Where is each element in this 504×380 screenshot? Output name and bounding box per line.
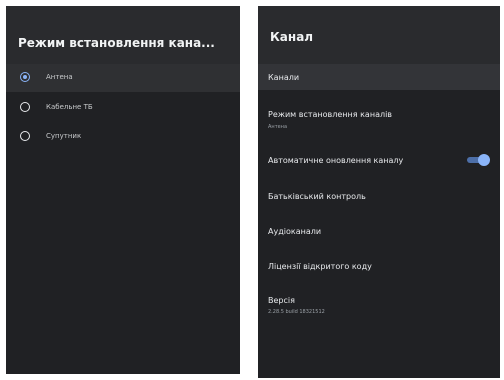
menu-item-label: Ліцензії відкритого коду: [268, 262, 372, 271]
version-value: 2.28.5 build 18321512: [268, 309, 325, 315]
menu-item-label: Батьківський контроль: [268, 192, 366, 201]
menu-item-label: Автоматичне оновлення каналу: [268, 156, 404, 165]
option-label: Кабельне ТБ: [46, 103, 93, 111]
menu-item-label: Аудіоканали: [268, 227, 322, 236]
settings-title: Канал: [270, 30, 314, 44]
option-cable-tv[interactable]: Кабельне ТБ: [6, 94, 240, 122]
menu-item-open-source-licenses[interactable]: Ліцензії відкритого коду: [258, 258, 500, 278]
menu-item-parental-control[interactable]: Батьківський контроль: [258, 188, 500, 208]
option-satellite[interactable]: Супутник: [6, 123, 240, 151]
channel-settings-panel: Канал Канали Режим встановлення каналів …: [258, 6, 500, 378]
option-antenna[interactable]: Антена: [6, 64, 240, 92]
option-label: Супутник: [46, 132, 82, 140]
radio-unselected-icon[interactable]: [20, 102, 30, 112]
settings-header: Канал: [258, 6, 500, 64]
radio-selected-icon[interactable]: [20, 72, 30, 82]
radio-unselected-icon[interactable]: [20, 131, 30, 141]
auto-update-toggle[interactable]: [467, 154, 490, 166]
dialog-header: Режим встановлення кана...: [6, 6, 240, 64]
menu-item-label: Версія: [268, 296, 295, 305]
menu-item-channels[interactable]: Канали: [258, 64, 500, 90]
menu-item-version[interactable]: Версія 2.28.5 build 18321512: [258, 292, 500, 322]
channel-mode-dialog: Режим встановлення кана... Антена Кабель…: [6, 6, 240, 374]
menu-item-channel-install-mode[interactable]: Режим встановлення каналів Антена: [258, 102, 500, 138]
toggle-knob: [478, 154, 490, 166]
option-label: Антена: [46, 73, 73, 81]
dialog-title: Режим встановлення кана...: [18, 36, 215, 50]
menu-item-auto-update[interactable]: Автоматичне оновлення каналу: [258, 152, 500, 172]
menu-item-audio-channels[interactable]: Аудіоканали: [258, 223, 500, 243]
menu-item-value: Антена: [268, 124, 288, 130]
menu-item-label: Канали: [268, 73, 300, 82]
menu-item-label: Режим встановлення каналів: [268, 110, 393, 119]
